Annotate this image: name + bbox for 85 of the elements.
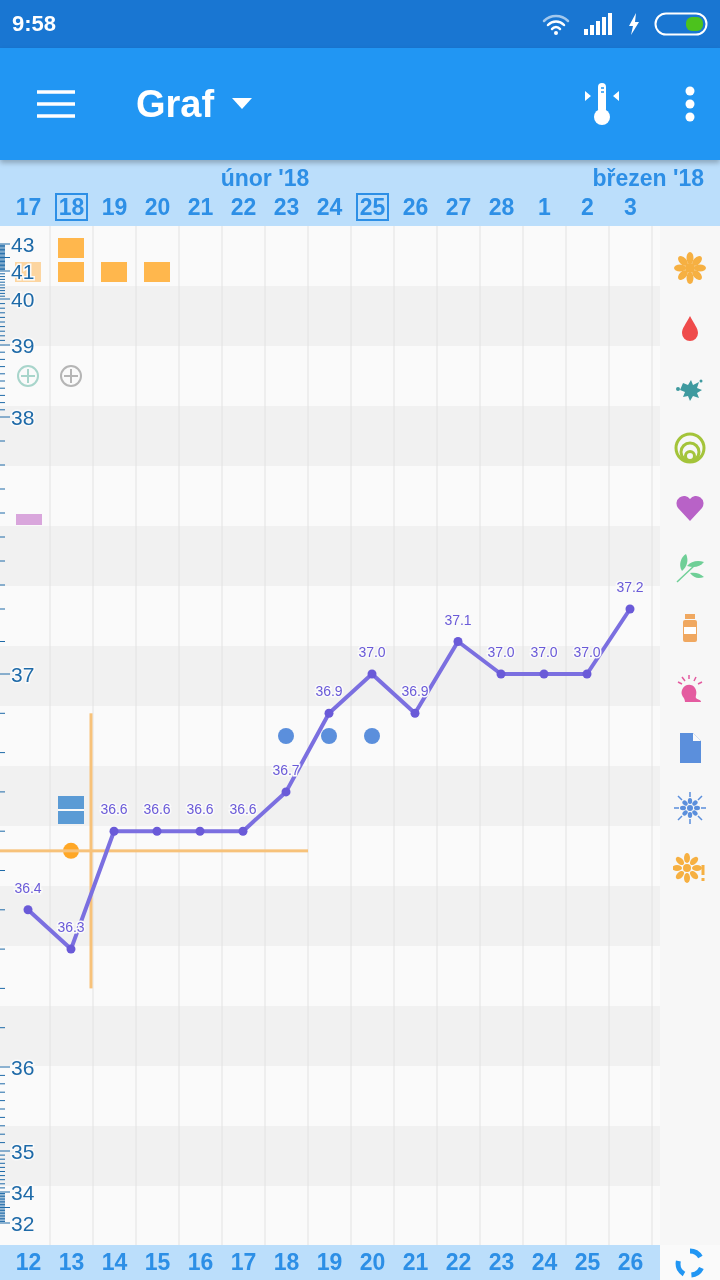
date-label[interactable]: 27 bbox=[441, 193, 476, 221]
data-point bbox=[66, 944, 76, 954]
date-label[interactable]: 3 bbox=[620, 193, 641, 221]
date-label[interactable]: 1 bbox=[534, 193, 555, 221]
more-button[interactable] bbox=[684, 86, 696, 122]
data-point bbox=[539, 669, 549, 679]
y-tick-label: 43 bbox=[11, 233, 35, 256]
battery-icon bbox=[654, 12, 708, 36]
date-label[interactable]: 25 bbox=[355, 193, 390, 221]
temperature-label: 36.4 bbox=[14, 879, 42, 896]
cycle-day-label: 25 bbox=[574, 1249, 601, 1276]
cycle-day-label: 19 bbox=[316, 1249, 343, 1276]
flower-icon bbox=[673, 251, 707, 285]
date-label[interactable]: 17 bbox=[11, 193, 46, 221]
temperature-label: 37.0 bbox=[487, 644, 515, 660]
date-label[interactable]: 28 bbox=[484, 193, 519, 221]
data-point bbox=[324, 708, 334, 718]
cycle-day-label: 22 bbox=[445, 1249, 472, 1276]
cycle-day-label: 20 bbox=[359, 1249, 386, 1276]
data-point bbox=[195, 826, 205, 836]
cycle-day-label: 14 bbox=[101, 1249, 128, 1276]
cycle-day-label: 21 bbox=[402, 1249, 429, 1276]
y-tick-label: 34 bbox=[11, 1181, 35, 1204]
temperature-label: 37.2 bbox=[616, 579, 644, 595]
caret-icon bbox=[232, 98, 253, 110]
date-label[interactable]: 22 bbox=[226, 193, 261, 221]
y-tick-label: 41 bbox=[11, 260, 35, 283]
cycle-day-label: 23 bbox=[488, 1249, 515, 1276]
rings-icon bbox=[673, 431, 707, 465]
charging-icon bbox=[628, 13, 640, 35]
temperature-label: 37.0 bbox=[358, 644, 386, 660]
cycle-day-label: 13 bbox=[58, 1249, 85, 1276]
data-point bbox=[582, 669, 592, 679]
data-point bbox=[109, 826, 119, 836]
date-label[interactable]: 2 bbox=[577, 193, 598, 221]
date-label[interactable]: 20 bbox=[140, 193, 175, 221]
temperature-label: 36.6 bbox=[186, 801, 214, 818]
flower-warning-icon bbox=[673, 851, 707, 885]
thermometer-button[interactable] bbox=[584, 82, 620, 126]
date-label[interactable]: 19 bbox=[97, 193, 132, 221]
status-time: 9:58 bbox=[12, 11, 58, 37]
temperature-label: 36.6 bbox=[143, 801, 171, 818]
date-label[interactable]: 24 bbox=[312, 193, 347, 221]
temperature-label: 37.0 bbox=[573, 644, 601, 660]
month-label: únor '18 bbox=[220, 165, 310, 192]
temperature-label: 36.9 bbox=[315, 683, 343, 700]
cycle-day-label: 15 bbox=[144, 1249, 171, 1276]
burst-icon bbox=[673, 791, 707, 825]
menu-button[interactable] bbox=[36, 89, 76, 119]
cycle-day-label: 17 bbox=[230, 1249, 257, 1276]
temperature-label: 37.0 bbox=[530, 644, 558, 660]
data-point bbox=[367, 669, 377, 679]
data-point bbox=[152, 826, 162, 836]
data-point bbox=[496, 669, 506, 679]
y-tick-label: 35 bbox=[11, 1140, 35, 1163]
sync-icon[interactable] bbox=[675, 1247, 705, 1278]
cycle-day-label: 26 bbox=[617, 1249, 644, 1276]
data-point bbox=[23, 905, 33, 915]
y-tick-label: 36 bbox=[11, 1056, 35, 1079]
temperature-label: 36.6 bbox=[229, 801, 257, 818]
cycle-day-label: 16 bbox=[187, 1249, 214, 1276]
cycle-day-label: 18 bbox=[273, 1249, 300, 1276]
temperature-label: 36.6 bbox=[100, 801, 128, 818]
data-point bbox=[410, 708, 420, 718]
cycle-day-label: 24 bbox=[531, 1249, 558, 1276]
y-tick-label: 38 bbox=[11, 406, 35, 429]
date-label[interactable]: 23 bbox=[269, 193, 304, 221]
view-dropdown[interactable]: Graf bbox=[76, 82, 253, 126]
month-label: březen '18 bbox=[592, 165, 704, 192]
y-tick-label: 39 bbox=[11, 334, 35, 357]
wifi-icon bbox=[542, 13, 570, 35]
y-tick-label: 40 bbox=[11, 288, 35, 311]
data-point bbox=[625, 604, 635, 614]
signal-icon bbox=[584, 13, 614, 35]
data-point bbox=[453, 637, 463, 646]
data-point bbox=[281, 787, 291, 797]
date-label[interactable]: 18 bbox=[54, 193, 89, 221]
y-tick-label: 37 bbox=[11, 663, 35, 686]
temperature-label: 36.9 bbox=[401, 683, 429, 700]
cycle-day-label: 12 bbox=[15, 1249, 42, 1276]
data-point bbox=[238, 826, 248, 836]
date-label[interactable]: 21 bbox=[183, 193, 218, 221]
y-tick-label: 32 bbox=[11, 1212, 35, 1235]
date-label[interactable]: 26 bbox=[398, 193, 433, 221]
temperature-label: 37.1 bbox=[444, 611, 472, 628]
